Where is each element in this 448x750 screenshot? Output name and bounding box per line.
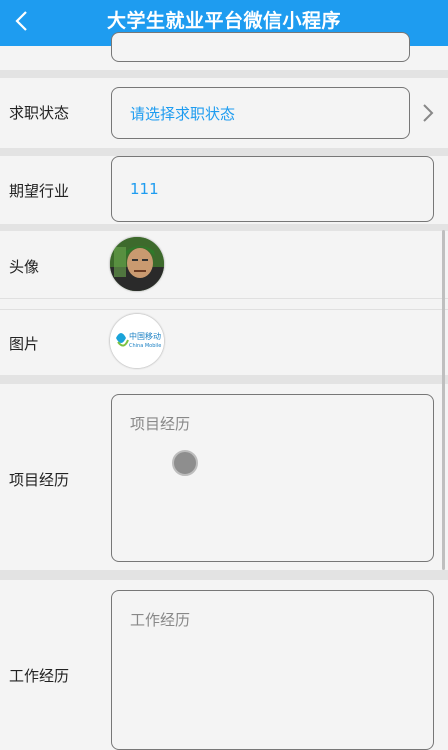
divider (0, 570, 448, 580)
avatar-image (110, 237, 164, 291)
scrollbar[interactable] (442, 230, 445, 570)
logo-text: 中国移动 (129, 331, 161, 341)
project-placeholder: 项目经历 (130, 415, 191, 433)
touch-indicator (172, 450, 198, 476)
divider (0, 148, 448, 156)
industry-row: 期望行业 111 (0, 156, 448, 224)
previous-field-row (0, 32, 448, 70)
previous-field-input[interactable] (111, 32, 410, 62)
job-status-label: 求职状态 (9, 104, 70, 122)
work-row: 工作经历 工作经历 (0, 580, 448, 750)
page-title: 大学生就业平台微信小程序 (106, 10, 341, 32)
industry-value: 111 (130, 180, 159, 198)
chevron-right-icon[interactable] (422, 103, 434, 123)
divider (0, 224, 448, 231)
work-placeholder: 工作经历 (130, 611, 191, 629)
job-status-select[interactable]: 请选择求职状态 (111, 87, 410, 139)
avatar[interactable] (110, 237, 164, 291)
avatar-row: 头像 (0, 231, 448, 299)
divider (0, 70, 448, 78)
project-textarea[interactable]: 项目经历 (111, 394, 434, 562)
china-mobile-logo: 中国移动 China Mobile (110, 314, 164, 368)
job-status-row: 求职状态 请选择求职状态 (0, 78, 448, 148)
industry-input[interactable]: 111 (111, 156, 434, 222)
work-label: 工作经历 (9, 667, 70, 685)
svg-text:China Mobile: China Mobile (129, 343, 161, 349)
project-row: 项目经历 项目经历 (0, 384, 448, 570)
project-label: 项目经历 (9, 471, 70, 489)
avatar-label: 头像 (9, 258, 40, 276)
job-status-placeholder: 请选择求职状态 (130, 105, 236, 123)
industry-label: 期望行业 (9, 182, 70, 200)
work-textarea[interactable]: 工作经历 (111, 590, 434, 750)
picture-row: 图片 中国移动 China Mobile (0, 309, 448, 376)
picture-label: 图片 (9, 335, 40, 353)
picture-thumbnail[interactable]: 中国移动 China Mobile (110, 314, 164, 368)
divider (0, 375, 448, 384)
